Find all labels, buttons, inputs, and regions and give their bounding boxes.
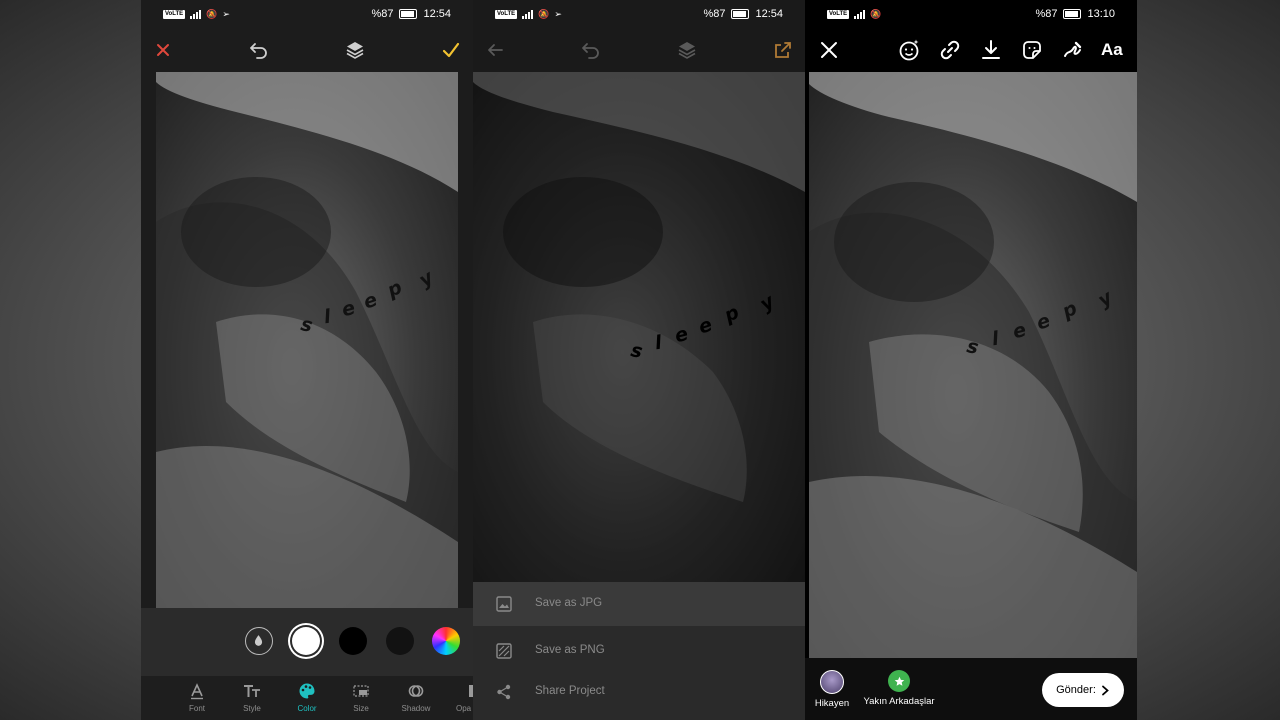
share-bar: Hikayen Yakın Arkadaşlar Gönder: — [805, 658, 1137, 720]
palette-icon — [299, 683, 315, 699]
photo-image — [473, 72, 805, 582]
font-icon — [191, 683, 203, 700]
tab-font[interactable]: Font — [172, 682, 222, 713]
undo-icon[interactable] — [247, 38, 271, 62]
tab-label: Size — [353, 704, 369, 713]
text-tool-button[interactable]: Aa — [1101, 40, 1123, 60]
status-bar: VoLTE 🔕 %87 13:10 — [805, 0, 1137, 28]
photo-canvas[interactable]: s l e e p y — [809, 72, 1137, 658]
export-menu: Save as JPG Save as PNG Share Project — [473, 582, 805, 720]
battery-icon — [1063, 9, 1082, 19]
save-jpg-item[interactable]: Save as JPG — [473, 582, 805, 626]
story-toolbar: Aa — [805, 28, 1137, 72]
tab-label: Opa — [456, 704, 472, 713]
link-icon[interactable] — [938, 38, 962, 62]
mute-icon: 🔕 — [870, 9, 882, 19]
share-icon — [497, 684, 511, 700]
menu-label: Save as JPG — [535, 597, 603, 609]
volte-icon: VoLTE — [163, 10, 186, 19]
image-icon — [496, 596, 512, 612]
download-icon[interactable] — [979, 38, 1003, 62]
status-bar: VoLTE 🔕 ➢ %87 12:54 — [473, 0, 805, 28]
text-style-icon — [244, 685, 260, 697]
white-swatch[interactable] — [292, 627, 320, 655]
clock: 12:54 — [423, 8, 451, 20]
star-icon — [894, 676, 904, 686]
tab-color[interactable]: Color — [282, 682, 332, 713]
signal-icon — [522, 10, 534, 19]
battery-percent: %87 — [371, 8, 394, 20]
battery-percent: %87 — [1035, 8, 1058, 20]
layers-icon[interactable] — [343, 38, 367, 62]
export-icon[interactable] — [771, 38, 795, 62]
nav-arrow-icon: ➢ — [222, 9, 230, 19]
editor-toolbar — [141, 28, 473, 72]
battery-icon — [731, 9, 750, 19]
nav-arrow-icon: ➢ — [554, 9, 562, 19]
close-icon[interactable] — [817, 38, 841, 62]
volte-icon: VoLTE — [827, 10, 850, 19]
drop-icon — [254, 635, 263, 646]
share-project-item[interactable]: Share Project — [473, 670, 805, 714]
black-swatch[interactable] — [339, 627, 367, 655]
editor-screen: VoLTE 🔕 ➢ %87 12:54 s l e e p y Font Sty… — [141, 0, 473, 720]
tab-label: Font — [188, 704, 205, 713]
draw-icon[interactable] — [1061, 38, 1085, 62]
save-png-item[interactable]: Save as PNG — [473, 629, 805, 673]
tab-size[interactable]: Size — [336, 682, 386, 713]
check-icon[interactable] — [439, 38, 463, 62]
undo-icon[interactable] — [579, 38, 603, 62]
tool-tabs: Font Style Color Size Shadow Opa — [141, 676, 473, 720]
tab-label: Style — [243, 704, 261, 713]
target-label: Yakın Arkadaşlar — [863, 696, 935, 707]
color-palette — [141, 608, 473, 676]
tab-label: Shadow — [401, 704, 431, 713]
photo-canvas: s l e e p y — [473, 72, 805, 582]
tab-opacity[interactable]: Opa — [441, 682, 473, 713]
avatar — [820, 670, 844, 694]
clock: 13:10 — [1087, 8, 1115, 20]
photo-image — [809, 72, 1137, 658]
mute-icon: 🔕 — [538, 9, 550, 19]
close-icon[interactable] — [151, 38, 175, 62]
chevron-right-icon — [1101, 685, 1109, 695]
menu-label: Share Project — [535, 685, 605, 697]
mute-icon: 🔕 — [206, 9, 218, 19]
export-screen: VoLTE 🔕 ➢ %87 12:54 s l e e p y Save as … — [473, 0, 805, 720]
eyedropper-swatch[interactable] — [245, 627, 273, 655]
back-arrow-icon[interactable] — [483, 38, 507, 62]
send-label: Gönder: — [1056, 684, 1096, 696]
signal-icon — [190, 10, 202, 19]
signal-icon — [854, 10, 866, 19]
dark-gray-swatch[interactable] — [386, 627, 414, 655]
battery-percent: %87 — [703, 8, 726, 20]
close-friends-target[interactable]: Yakın Arkadaşlar — [861, 670, 937, 707]
clock: 12:54 — [755, 8, 783, 20]
shadow-icon — [408, 685, 424, 697]
sticker-icon[interactable] — [1020, 38, 1044, 62]
editor-toolbar — [473, 28, 805, 72]
story-screen: VoLTE 🔕 %87 13:10 Aa s l e e p y Hikayen… — [805, 0, 1137, 720]
image-transparent-icon — [496, 643, 512, 659]
send-button[interactable]: Gönder: — [1042, 673, 1124, 707]
tab-style[interactable]: Style — [227, 682, 277, 713]
volte-icon: VoLTE — [495, 10, 518, 19]
tab-label: Color — [297, 704, 317, 713]
photo-canvas[interactable]: s l e e p y — [156, 72, 458, 608]
tab-shadow[interactable]: Shadow — [391, 682, 441, 713]
menu-label: Save as PNG — [535, 644, 605, 656]
layers-icon[interactable] — [675, 38, 699, 62]
close-friends-badge — [888, 670, 910, 692]
battery-icon — [399, 9, 418, 19]
photo-image — [156, 72, 458, 608]
target-label: Hikayen — [814, 698, 850, 709]
color-wheel-swatch[interactable] — [432, 627, 460, 655]
face-effects-icon[interactable] — [897, 38, 921, 62]
your-story-target[interactable]: Hikayen — [813, 670, 851, 709]
status-bar: VoLTE 🔕 ➢ %87 12:54 — [141, 0, 473, 28]
opacity-icon — [469, 685, 473, 697]
size-icon — [353, 685, 369, 697]
